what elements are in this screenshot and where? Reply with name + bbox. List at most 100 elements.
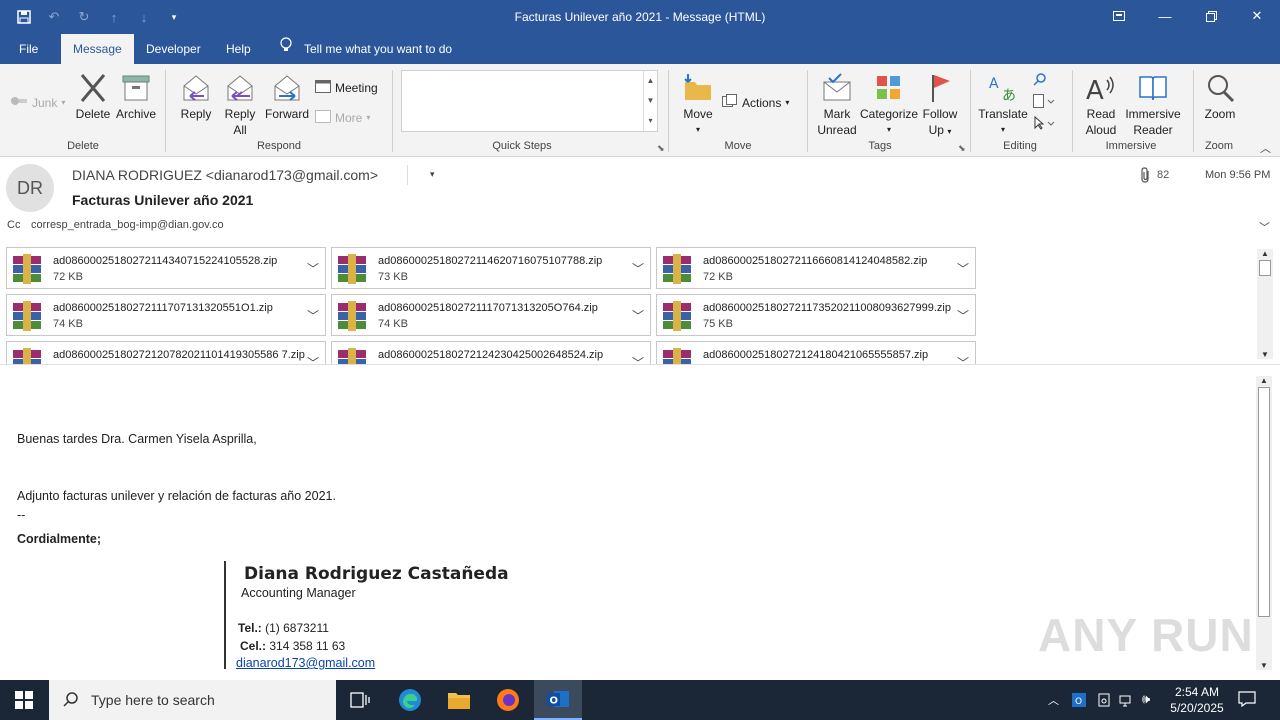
scroll-down-icon[interactable]: ▼ — [1257, 350, 1273, 359]
body-text: Adjunto facturas unilever y relación de … — [17, 489, 336, 503]
scroll-up-icon[interactable]: ▲ — [1257, 249, 1273, 258]
ribbon-display-options-icon[interactable] — [1096, 0, 1142, 32]
scroll-thumb[interactable] — [1259, 260, 1271, 276]
reply-button[interactable]: Reply — [178, 72, 214, 122]
clock-time: 2:54 AM — [1174, 685, 1220, 699]
archive-button[interactable]: Archive — [114, 72, 158, 122]
junk-icon — [10, 94, 28, 111]
follow-up-button[interactable]: Follow Up ▾ — [920, 72, 960, 140]
chevron-down-icon[interactable]: ﹀ — [957, 260, 969, 277]
tell-me-box[interactable]: Tell me what you want to do — [280, 34, 452, 64]
notifications-icon[interactable] — [1238, 691, 1256, 710]
attachment-name: ad08600025180272124180421065555857.zip — [703, 349, 929, 361]
translate-button[interactable]: Aあ Translate ▾ — [977, 72, 1029, 138]
start-button[interactable] — [0, 680, 48, 720]
collapse-ribbon-icon[interactable]: ︿ — [1260, 140, 1271, 156]
tab-developer[interactable]: Developer — [146, 34, 201, 64]
chevron-down-icon[interactable]: ﹀ — [632, 354, 644, 364]
attachment-item[interactable]: ad08600025180272124230425002648524.zip ﹀ — [331, 341, 651, 364]
tray-device-icon[interactable] — [1096, 692, 1112, 711]
cc-recipient[interactable]: corresp_entrada_bog-imp@dian.gov.co — [31, 219, 224, 231]
scroll-down-icon[interactable]: ▼ — [1256, 661, 1272, 670]
actions-button[interactable]: Actions ▾ — [722, 94, 789, 111]
file-explorer-icon[interactable] — [435, 680, 483, 720]
mark-unread-icon — [821, 72, 853, 104]
attachment-item[interactable]: ad086000251802721173520211008093627999.z… — [656, 294, 976, 336]
attachment-item[interactable]: ad08600025180272120782021101419305586 7.… — [6, 341, 326, 364]
dialog-launcher-icon[interactable]: ⬊ — [657, 143, 665, 154]
message-header: DR DIANA RODRIGUEZ <dianarod173@gmail.co… — [0, 157, 1280, 243]
zoom-button[interactable]: Zoom — [1200, 72, 1240, 122]
related-icon[interactable] — [1033, 94, 1055, 111]
close-icon[interactable]: ✕ — [1234, 0, 1280, 32]
mark-unread-button[interactable]: Mark Unread — [815, 72, 859, 138]
volume-icon[interactable]: 🕪 — [1142, 691, 1150, 707]
scroll-thumb[interactable] — [1258, 387, 1270, 617]
zip-archive-icon — [661, 301, 693, 331]
junk-button[interactable]: Junk ▾ — [10, 94, 65, 111]
ribbon-tabs: File Message Developer Help Tell me what… — [0, 34, 1280, 64]
chevron-down-icon[interactable]: ﹀ — [632, 260, 644, 277]
restore-icon[interactable] — [1188, 0, 1234, 32]
attachment-item[interactable]: ad086000251802721117071313205O764.zip 74… — [331, 294, 651, 336]
find-icon[interactable] — [1033, 72, 1047, 89]
tab-help[interactable]: Help — [226, 34, 251, 64]
attachment-item[interactable]: ad08600025180272124180421065555857.zip ﹀ — [656, 341, 976, 364]
body-scrollbar[interactable]: ▲ ▼ — [1256, 376, 1272, 670]
group-label-move: Move — [724, 140, 752, 152]
zip-archive-icon — [336, 254, 368, 284]
reply-all-button[interactable]: Reply All — [220, 72, 260, 138]
sender[interactable]: DIANA RODRIGUEZ <dianarod173@gmail.com> — [72, 167, 378, 183]
chevron-down-icon[interactable]: ﹀ — [957, 307, 969, 324]
attachment-item[interactable]: ad08600025180272114340715224105528.zip 7… — [6, 247, 326, 289]
attachment-name: ad08600025180272114340715224105528.zip — [53, 255, 278, 267]
avatar[interactable]: DR — [6, 164, 54, 212]
archive-icon — [120, 72, 152, 104]
immersive-reader-button[interactable]: Immersive Reader — [1122, 72, 1184, 138]
attachment-item[interactable]: ad08600025180272116660814124048582.zip 7… — [656, 247, 976, 289]
move-button[interactable]: Move ▾ — [680, 72, 716, 138]
svg-text:A: A — [1086, 76, 1104, 104]
categorize-icon — [873, 72, 905, 104]
chevron-down-icon[interactable]: ﹀ — [307, 354, 319, 364]
edge-icon[interactable] — [386, 680, 434, 720]
tab-file[interactable]: File — [19, 34, 38, 64]
attachment-item[interactable]: ad08600025180272114620716075107788.zip 7… — [331, 247, 651, 289]
tray-overflow-icon[interactable]: ︿ — [1048, 692, 1059, 708]
actions-icon — [722, 94, 738, 111]
outlook-tray-icon[interactable]: O — [1071, 692, 1087, 711]
chevron-down-icon[interactable]: ﹀ — [307, 307, 319, 324]
meeting-button[interactable]: Meeting — [315, 79, 378, 96]
categorize-button[interactable]: Categorize ▾ — [860, 72, 918, 138]
select-icon[interactable] — [1033, 115, 1055, 133]
svg-text:あ: あ — [1002, 88, 1016, 104]
dialog-launcher-icon[interactable]: ⬊ — [958, 143, 966, 154]
quick-steps-gallery[interactable]: ▲ ▼ ▾ — [401, 70, 658, 132]
group-label-delete: Delete — [67, 140, 99, 152]
delete-button[interactable]: Delete — [73, 72, 113, 122]
read-aloud-button[interactable]: A Read Aloud — [1081, 72, 1121, 138]
attachments-scrollbar[interactable]: ▲ ▼ — [1257, 249, 1273, 359]
attachment-item[interactable]: ad08600025180272111707131320551O1.zip 74… — [6, 294, 326, 336]
scroll-up-icon[interactable]: ▲ — [1256, 376, 1272, 385]
forward-button[interactable]: Forward — [263, 72, 311, 122]
network-icon[interactable] — [1119, 692, 1135, 711]
minimize-icon[interactable]: — — [1142, 0, 1188, 32]
taskbar-search[interactable]: Type here to search — [49, 680, 336, 720]
zip-archive-icon — [661, 348, 693, 364]
signature-email-link[interactable]: dianarod173@gmail.com — [236, 656, 375, 670]
quick-steps-scroll[interactable]: ▲ ▼ ▾ — [643, 71, 657, 131]
outlook-taskbar-icon[interactable]: O — [534, 680, 582, 720]
attachment-name: ad08600025180272116660814124048582.zip — [703, 255, 928, 267]
tray-clock[interactable]: 2:54 AM 5/20/2025 — [1166, 684, 1228, 716]
zip-archive-icon — [11, 254, 43, 284]
firefox-icon[interactable] — [484, 680, 532, 720]
expand-header-icon[interactable]: ﹀ — [1259, 219, 1270, 235]
more-respond-button[interactable]: More ▾ — [315, 109, 370, 126]
chevron-down-icon[interactable]: ▾ — [430, 169, 435, 180]
tab-message[interactable]: Message — [61, 34, 134, 64]
chevron-down-icon[interactable]: ﹀ — [957, 354, 969, 364]
chevron-down-icon[interactable]: ﹀ — [307, 260, 319, 277]
task-view-icon[interactable] — [336, 680, 384, 720]
chevron-down-icon[interactable]: ﹀ — [632, 307, 644, 324]
